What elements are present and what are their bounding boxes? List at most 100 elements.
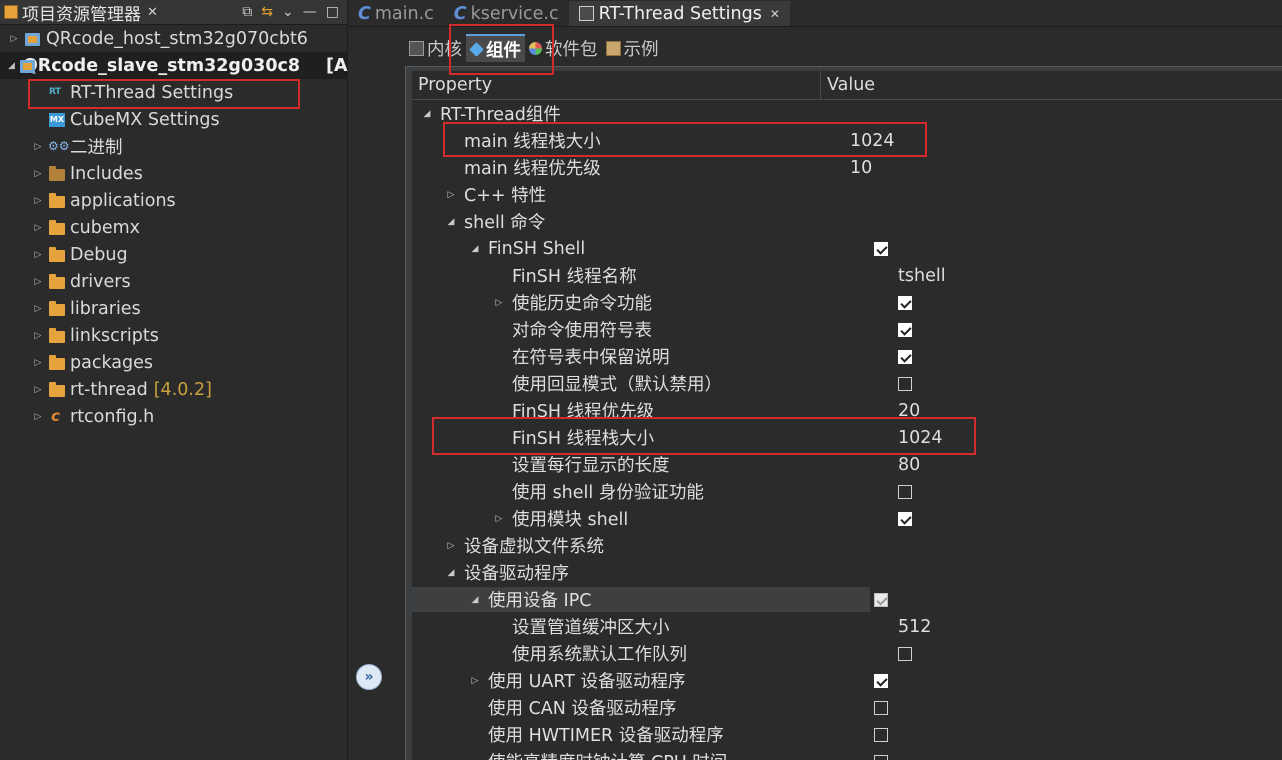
checkbox[interactable] xyxy=(874,673,888,688)
sub-tab-cube[interactable]: 组件 xyxy=(466,34,525,62)
tree-item[interactable]: ▷ applications xyxy=(0,187,347,214)
checkbox[interactable] xyxy=(874,700,888,715)
collapsed-arrow-icon[interactable]: ▷ xyxy=(32,277,44,287)
property-value-cell[interactable] xyxy=(894,295,912,310)
property-row[interactable]: ◢ 设备驱动程序 xyxy=(412,559,1282,586)
property-row[interactable]: 使用 HWTIMER 设备驱动程序 xyxy=(412,721,1282,748)
property-value-cell[interactable]: 20 xyxy=(894,401,920,421)
property-value-cell[interactable] xyxy=(870,241,888,256)
property-row[interactable]: ◢ RT-Thread组件 xyxy=(412,100,1282,127)
property-row[interactable]: ◢ shell 命令 xyxy=(412,208,1282,235)
property-value-cell[interactable]: 1024 xyxy=(894,428,943,448)
collapsed-arrow-icon[interactable]: ▷ xyxy=(8,34,20,44)
property-row[interactable]: ▷ C++ 特性 xyxy=(412,181,1282,208)
view-menu-chevron-icon[interactable]: ⌄ xyxy=(282,4,294,20)
tree-item[interactable]: RT RT-Thread Settings xyxy=(0,79,347,106)
collapsed-arrow-icon[interactable]: ▷ xyxy=(444,190,458,200)
sub-tab-sample[interactable]: 示例 xyxy=(602,35,663,61)
tree-item[interactable]: ▷ ⚙⚙ 二进制 xyxy=(0,133,347,160)
column-header-property[interactable]: Property xyxy=(412,71,821,99)
tree-item[interactable]: ◢ QRcode_slave_stm32g030c8 [A xyxy=(0,52,348,79)
collapse-all-icon[interactable]: ⧉ xyxy=(242,4,252,20)
maximize-icon[interactable]: □ xyxy=(326,4,339,20)
checkbox[interactable] xyxy=(898,376,912,391)
collapsed-arrow-icon[interactable]: ▷ xyxy=(32,385,44,395)
property-row[interactable]: FinSH 线程名称 tshell xyxy=(412,262,1282,289)
collapsed-arrow-icon[interactable]: ▷ xyxy=(32,331,44,341)
checkbox[interactable] xyxy=(898,349,912,364)
expanded-arrow-icon[interactable]: ◢ xyxy=(8,61,15,71)
collapsed-arrow-icon[interactable]: ▷ xyxy=(468,676,482,686)
property-row[interactable]: 对命令使用符号表 xyxy=(412,316,1282,343)
expanded-arrow-icon[interactable]: ◢ xyxy=(444,217,458,227)
editor-tab[interactable]: RT-Thread Settings ✕ xyxy=(568,1,790,26)
collapsed-arrow-icon[interactable]: ▷ xyxy=(32,358,44,368)
checkbox[interactable] xyxy=(874,241,888,256)
link-editor-icon[interactable]: ⇆ xyxy=(261,4,273,20)
checkbox[interactable] xyxy=(898,322,912,337)
tree-item[interactable]: ▷ libraries xyxy=(0,295,347,322)
checkbox[interactable] xyxy=(874,754,888,760)
editor-tab[interactable]: Ckservice.c xyxy=(444,1,569,26)
expanded-arrow-icon[interactable]: ◢ xyxy=(444,568,458,578)
property-value-cell[interactable] xyxy=(870,754,888,760)
property-row[interactable]: 使用系统默认工作队列 xyxy=(412,640,1282,667)
tree-item[interactable]: ▷ linkscripts xyxy=(0,322,347,349)
property-row[interactable]: 使用 shell 身份验证功能 xyxy=(412,478,1282,505)
property-value-cell[interactable]: 10 xyxy=(846,158,872,178)
property-value-cell[interactable] xyxy=(870,592,888,607)
collapsed-arrow-icon[interactable]: ▷ xyxy=(32,304,44,314)
tree-item[interactable]: ▷ drivers xyxy=(0,268,347,295)
tree-item[interactable]: ▷ Includes xyxy=(0,160,347,187)
property-row[interactable]: 使用 CAN 设备驱动程序 xyxy=(412,694,1282,721)
collapsed-arrow-icon[interactable]: ▷ xyxy=(32,196,44,206)
checkbox[interactable] xyxy=(874,727,888,742)
tree-item[interactable]: ▷ c rtconfig.h xyxy=(0,403,347,430)
property-value-cell[interactable] xyxy=(894,376,912,391)
checkbox[interactable] xyxy=(898,646,912,661)
tree-item[interactable]: MX CubeMX Settings xyxy=(0,106,347,133)
collapsed-arrow-icon[interactable]: ▷ xyxy=(32,142,44,152)
property-row[interactable]: ▷ 使用模块 shell xyxy=(412,505,1282,532)
expanded-arrow-icon[interactable]: ◢ xyxy=(420,109,434,119)
collapsed-arrow-icon[interactable]: ▷ xyxy=(444,541,458,551)
collapsed-arrow-icon[interactable]: ▷ xyxy=(32,169,44,179)
property-value-cell[interactable]: tshell xyxy=(894,266,946,286)
property-value-cell[interactable] xyxy=(894,484,912,499)
property-row[interactable]: 在符号表中保留说明 xyxy=(412,343,1282,370)
property-row[interactable]: FinSH 线程栈大小 1024 xyxy=(412,424,1282,451)
property-value-cell[interactable] xyxy=(894,646,912,661)
property-value-cell[interactable]: 1024 xyxy=(846,131,895,151)
checkbox[interactable] xyxy=(898,484,912,499)
collapsed-arrow-icon[interactable]: ▷ xyxy=(32,250,44,260)
property-value-cell[interactable] xyxy=(894,511,912,526)
collapsed-arrow-icon[interactable]: ▷ xyxy=(32,223,44,233)
sub-tab-kernel[interactable]: 内核 xyxy=(405,35,466,61)
tree-item[interactable]: ▷ QRcode_host_stm32g070cbt6 xyxy=(0,25,347,52)
expand-panel-button[interactable]: » xyxy=(356,664,382,690)
tree-item[interactable]: ▷ rt-thread [4.0.2] xyxy=(0,376,347,403)
tree-item[interactable]: ▷ cubemx xyxy=(0,214,347,241)
property-value-cell[interactable] xyxy=(870,673,888,688)
editor-tab[interactable]: Cmain.c xyxy=(348,1,444,26)
explorer-close-icon[interactable]: ✕ xyxy=(147,5,158,20)
checkbox[interactable] xyxy=(898,511,912,526)
property-value-cell[interactable] xyxy=(870,700,888,715)
property-value-cell[interactable] xyxy=(894,322,912,337)
property-row[interactable]: ◢ FinSH Shell xyxy=(412,235,1282,262)
expanded-arrow-icon[interactable]: ◢ xyxy=(468,244,482,254)
property-value-cell[interactable]: 512 xyxy=(894,617,931,637)
property-value-cell[interactable] xyxy=(870,727,888,742)
expanded-arrow-icon[interactable]: ◢ xyxy=(468,595,482,605)
property-row[interactable]: ▷ 设备虚拟文件系统 xyxy=(412,532,1282,559)
collapsed-arrow-icon[interactable]: ▷ xyxy=(32,412,44,422)
close-tab-icon[interactable]: ✕ xyxy=(770,7,780,21)
column-header-value[interactable]: Value xyxy=(821,71,875,99)
checkbox[interactable] xyxy=(898,295,912,310)
property-row[interactable]: 使能高精度时钟计算 CPU 时间 xyxy=(412,748,1282,760)
sub-tab-pkg[interactable]: 软件包 xyxy=(525,35,602,61)
property-row[interactable]: 设置管道缓冲区大小 512 xyxy=(412,613,1282,640)
property-row[interactable]: ▷ 使用 UART 设备驱动程序 xyxy=(412,667,1282,694)
property-row[interactable]: ◢ 使用设备 IPC xyxy=(412,586,1282,613)
property-row[interactable]: ▷ 使能历史命令功能 xyxy=(412,289,1282,316)
